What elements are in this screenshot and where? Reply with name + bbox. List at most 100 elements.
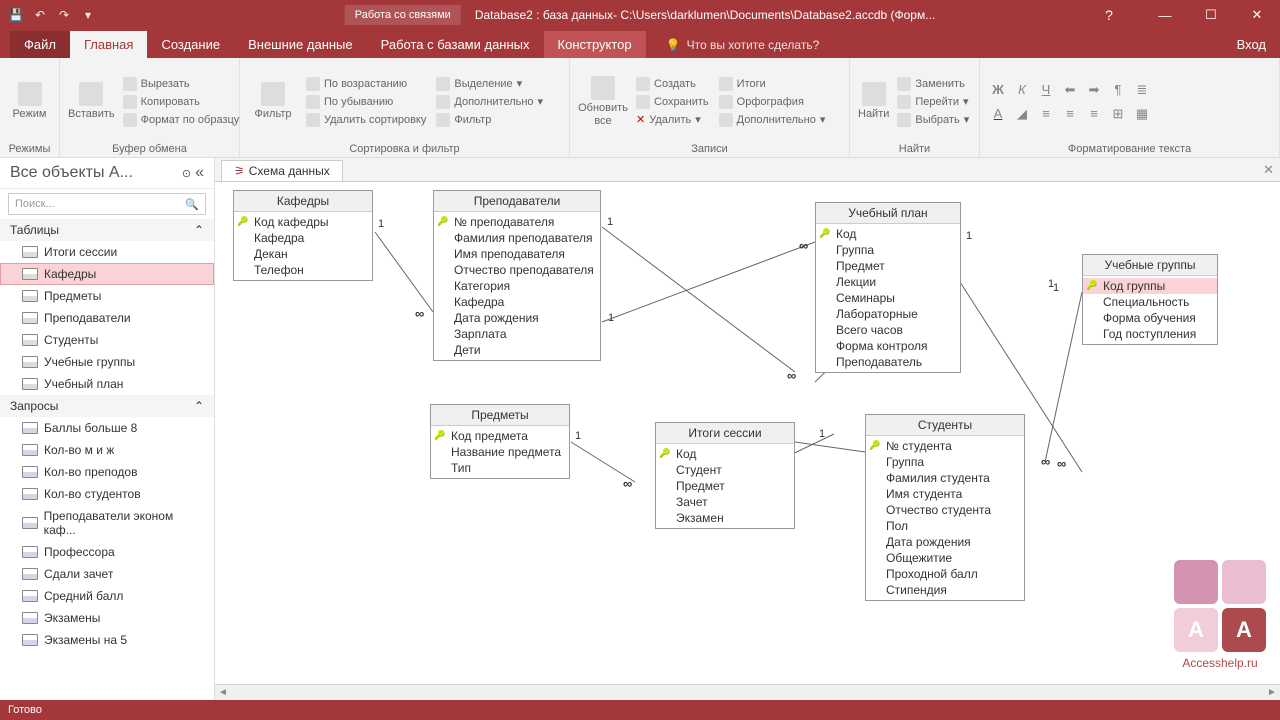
tab-file[interactable]: Файл [10,31,70,58]
undo-icon[interactable]: ↶ [32,7,48,23]
format-painter-button[interactable]: Формат по образцу [121,112,242,128]
copy-button[interactable]: Копировать [121,94,242,110]
more-records-button[interactable]: Дополнительно▾ [717,112,828,128]
italic-button[interactable]: К [1012,80,1032,100]
nav-query-item[interactable]: Преподаватели эконом каф... [0,505,214,541]
nav-table-item[interactable]: Преподаватели [0,307,214,329]
table-studenty[interactable]: Студенты№ студентаГруппаФамилия студента… [865,414,1025,601]
align-left-button[interactable]: ≡ [1036,104,1056,124]
table-field[interactable]: Название предмета [431,444,569,460]
gridlines-button[interactable]: ⊞ [1108,104,1128,124]
bold-button[interactable]: Ж [988,80,1008,100]
nav-query-item[interactable]: Кол-во преподов [0,461,214,483]
table-field[interactable]: Код [656,446,794,462]
find-button[interactable]: Найти [858,62,889,141]
nav-query-item[interactable]: Кол-во студентов [0,483,214,505]
save-record-button[interactable]: Сохранить [634,94,711,110]
underline-button[interactable]: Ч [1036,80,1056,100]
toggle-filter-button[interactable]: Фильтр [434,112,545,128]
nav-query-item[interactable]: Экзамены на 5 [0,629,214,651]
align-center-button[interactable]: ≡ [1060,104,1080,124]
maximize-button[interactable]: ☐ [1188,0,1234,30]
close-button[interactable]: ✕ [1234,0,1280,30]
table-field[interactable]: Код группы [1083,278,1217,294]
sort-asc-button[interactable]: По возрастанию [304,76,428,92]
table-uchebnye-gruppy[interactable]: Учебные группыКод группыСпециальностьФор… [1082,254,1218,345]
tab-database-tools[interactable]: Работа с базами данных [367,31,544,58]
paste-button[interactable]: Вставить [68,62,115,141]
table-field[interactable]: Дата рождения [434,310,600,326]
table-field[interactable]: Фамилия студента [866,470,1024,486]
table-field[interactable]: Экзамен [656,510,794,526]
table-field[interactable]: Имя преподавателя [434,246,600,262]
table-field[interactable]: Всего часов [816,322,960,338]
table-field[interactable]: Зачет [656,494,794,510]
new-record-button[interactable]: Создать [634,76,711,92]
table-kafedry[interactable]: КафедрыКод кафедрыКафедраДеканТелефон [233,190,373,281]
align-right-button[interactable]: ≡ [1084,104,1104,124]
indent-decrease-button[interactable]: ⬅ [1060,80,1080,100]
table-field[interactable]: Декан [234,246,372,262]
select-button[interactable]: Выбрать▾ [895,112,971,128]
table-field[interactable]: Код [816,226,960,242]
table-field[interactable]: Студент [656,462,794,478]
bullets-button[interactable]: ≣ [1132,80,1152,100]
table-field[interactable]: Кафедра [234,230,372,246]
table-field[interactable]: Телефон [234,262,372,278]
nav-query-item[interactable]: Средний балл [0,585,214,607]
table-itogi-sessii[interactable]: Итоги сессииКодСтудентПредметЗачетЭкзаме… [655,422,795,529]
table-field[interactable]: Проходной балл [866,566,1024,582]
advanced-filter-button[interactable]: Дополнительно▾ [434,94,545,110]
font-color-button[interactable]: A [988,104,1008,124]
table-field[interactable]: Дата рождения [866,534,1024,550]
nav-query-item[interactable]: Профессора [0,541,214,563]
nav-header[interactable]: Все объекты A... ⊙ « [0,158,214,189]
table-field[interactable]: Код кафедры [234,214,372,230]
filter-button[interactable]: Фильтр [248,62,298,141]
nav-pin-icon[interactable]: ⊙ [182,167,191,180]
table-field[interactable]: Категория [434,278,600,294]
table-field[interactable]: Семинары [816,290,960,306]
table-prepodavateli[interactable]: Преподаватели№ преподавателяФамилия преп… [433,190,601,361]
cut-button[interactable]: Вырезать [121,76,242,92]
minimize-button[interactable]: ― [1142,0,1188,30]
table-field[interactable]: Общежитие [866,550,1024,566]
nav-query-item[interactable]: Кол-во м и ж [0,439,214,461]
spelling-button[interactable]: Орфография [717,94,828,110]
table-field[interactable]: Дети [434,342,600,358]
replace-button[interactable]: Заменить [895,76,971,92]
nav-group-queries[interactable]: Запросы⌃ [0,395,214,417]
table-field[interactable]: Группа [866,454,1024,470]
table-field[interactable]: Имя студента [866,486,1024,502]
help-icon[interactable]: ? [1086,0,1132,30]
table-predmety[interactable]: ПредметыКод предметаНазвание предметаТип [430,404,570,479]
table-field[interactable]: Зарплата [434,326,600,342]
table-field[interactable]: № преподавателя [434,214,600,230]
sign-in-link[interactable]: Вход [1237,37,1266,58]
table-field[interactable]: Отчество студента [866,502,1024,518]
nav-table-item[interactable]: Предметы [0,285,214,307]
qat-customize-icon[interactable]: ▾ [80,7,96,23]
tab-home[interactable]: Главная [70,31,147,58]
table-field[interactable]: Группа [816,242,960,258]
scroll-left-icon[interactable]: ◄ [215,687,231,698]
nav-query-item[interactable]: Баллы больше 8 [0,417,214,439]
tab-design[interactable]: Конструктор [544,31,646,58]
nav-table-item[interactable]: Кафедры [0,263,214,285]
nav-group-tables[interactable]: Таблицы⌃ [0,219,214,241]
table-field[interactable]: Тип [431,460,569,476]
horizontal-scrollbar[interactable]: ◄ ► [215,684,1280,700]
table-field[interactable]: Предмет [656,478,794,494]
delete-record-button[interactable]: ✕Удалить▾ [634,112,711,127]
clear-sort-button[interactable]: Удалить сортировку [304,112,428,128]
table-field[interactable]: Лекции [816,274,960,290]
table-field[interactable]: Фамилия преподавателя [434,230,600,246]
table-field[interactable]: Преподаватель [816,354,960,370]
nav-table-item[interactable]: Учебные группы [0,351,214,373]
refresh-all-button[interactable]: Обновить все [578,62,628,141]
table-field[interactable]: Код предмета [431,428,569,444]
table-field[interactable]: Форма контроля [816,338,960,354]
doc-tab-relationships[interactable]: ⚞ Схема данных [221,160,343,181]
view-button[interactable]: Режим [8,62,51,141]
table-field[interactable]: Стипендия [866,582,1024,598]
